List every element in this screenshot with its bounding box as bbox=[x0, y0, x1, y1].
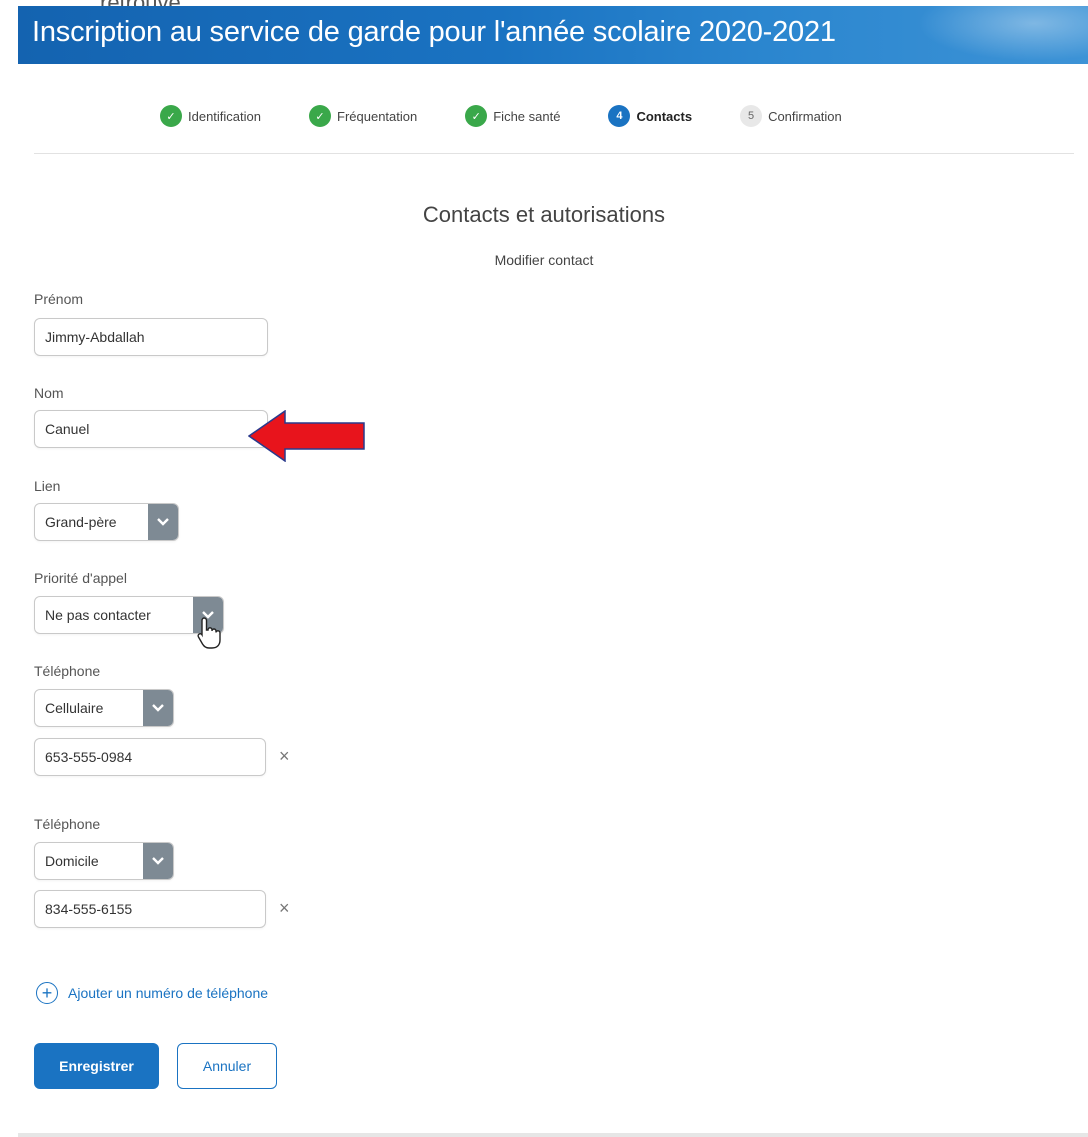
add-phone-label: Ajouter un numéro de téléphone bbox=[68, 985, 269, 1001]
call-priority-label: Priorité d'appel bbox=[34, 570, 127, 586]
step-label: Identification bbox=[188, 108, 261, 124]
step-confirmation[interactable]: 5 Confirmation bbox=[740, 105, 842, 127]
chevron-down-icon[interactable] bbox=[148, 504, 178, 540]
step-label: Fréquentation bbox=[337, 108, 418, 124]
page-title: Inscription au service de garde pour l'a… bbox=[32, 16, 836, 48]
chevron-down-icon[interactable] bbox=[143, 690, 173, 726]
header-divider bbox=[34, 153, 1074, 154]
save-button[interactable]: Enregistrer bbox=[34, 1043, 159, 1089]
add-phone-link[interactable]: + Ajouter un numéro de téléphone bbox=[36, 982, 268, 1004]
step-contacts[interactable]: 4 Contacts bbox=[608, 105, 692, 127]
close-icon[interactable]: × bbox=[279, 746, 290, 767]
phone-type-select[interactable]: Cellulaire bbox=[34, 689, 174, 727]
close-icon[interactable]: × bbox=[279, 898, 290, 919]
step-identification[interactable]: ✓ Identification bbox=[160, 105, 261, 127]
step-label: Fiche santé bbox=[493, 108, 561, 124]
section-subtitle: Modifier contact bbox=[494, 252, 594, 268]
first-name-input[interactable]: Jimmy-Abdallah bbox=[34, 318, 268, 356]
phone-label: Téléphone bbox=[34, 663, 101, 679]
step-number-badge: 4 bbox=[608, 105, 631, 127]
first-name-label: Prénom bbox=[34, 291, 84, 307]
section-title: Contacts et autorisations bbox=[422, 202, 666, 227]
hand-cursor-icon bbox=[197, 617, 221, 649]
relation-value: Grand-père bbox=[45, 514, 117, 530]
step-label: Confirmation bbox=[768, 108, 842, 124]
phone-number-input[interactable]: 653-555-0984 bbox=[34, 738, 266, 776]
phone-number-input[interactable]: 834-555-6155 bbox=[34, 890, 266, 928]
step-frequentation[interactable]: ✓ Fréquentation bbox=[309, 105, 417, 127]
phone-type-value: Cellulaire bbox=[45, 700, 104, 716]
cancel-button[interactable]: Annuler bbox=[177, 1043, 277, 1089]
chevron-down-icon[interactable] bbox=[143, 843, 173, 879]
relation-select[interactable]: Grand-père bbox=[34, 503, 179, 541]
last-name-label: Nom bbox=[34, 385, 64, 401]
header-banner: Inscription au service de garde pour l'a… bbox=[18, 6, 1088, 64]
call-priority-value: Ne pas contacter bbox=[45, 607, 151, 623]
page-bottom-edge bbox=[18, 1133, 1088, 1137]
relation-label: Lien bbox=[34, 478, 61, 494]
check-icon: ✓ bbox=[309, 105, 331, 127]
last-name-input[interactable]: Canuel bbox=[34, 410, 268, 448]
progress-stepper: ✓ Identification ✓ Fréquentation ✓ Fiche… bbox=[160, 100, 890, 132]
check-icon: ✓ bbox=[465, 105, 488, 127]
step-label: Contacts bbox=[636, 108, 693, 124]
step-number-badge: 5 bbox=[740, 105, 763, 127]
phone-label: Téléphone bbox=[34, 816, 101, 832]
phone-type-value: Domicile bbox=[45, 853, 99, 869]
banner-glow bbox=[908, 6, 1088, 64]
check-icon: ✓ bbox=[160, 105, 182, 127]
step-fiche-sante[interactable]: ✓ Fiche santé bbox=[465, 105, 560, 127]
phone-type-select[interactable]: Domicile bbox=[34, 842, 174, 880]
red-arrow-annotation-icon bbox=[248, 410, 365, 462]
plus-circle-icon: + bbox=[36, 982, 58, 1004]
